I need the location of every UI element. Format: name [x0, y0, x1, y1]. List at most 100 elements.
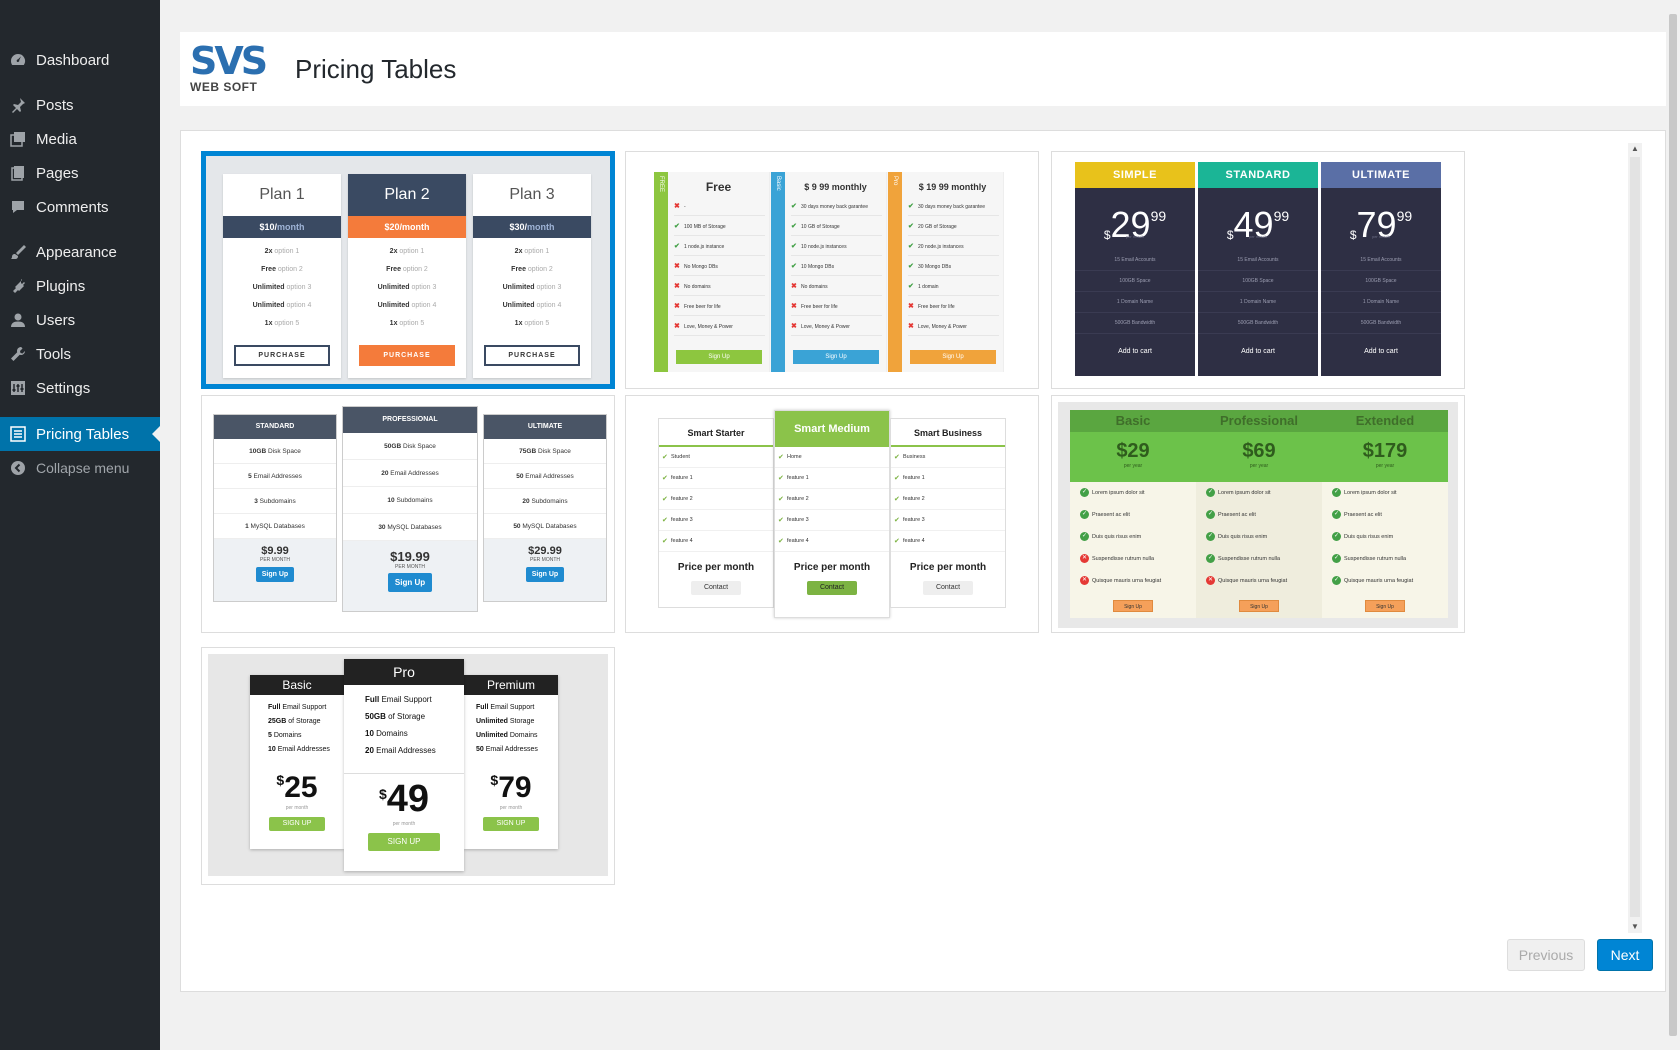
- feature-text: Email Addresses: [275, 746, 330, 753]
- feature-text: Storage: [507, 718, 535, 725]
- feature-text: of Storage: [286, 718, 321, 725]
- sidebar-item-appearance[interactable]: Appearance: [0, 235, 160, 269]
- price-cents: 99: [1396, 208, 1413, 224]
- list-icon: [8, 424, 28, 444]
- check-icon: ✔: [908, 243, 914, 250]
- feature-text: No domains: [684, 284, 711, 290]
- page-scrollbar[interactable]: [1666, 0, 1680, 1050]
- price-period: per month: [499, 805, 523, 811]
- cross-icon: ✖: [908, 323, 914, 330]
- feature-line: ✓ Lorem ipsum dolor sit: [1070, 482, 1196, 504]
- template-card-5[interactable]: Smart Starter Student feature 1 feature …: [625, 395, 1039, 633]
- feature-text: Suspendisse rutrum nulla: [1092, 556, 1155, 562]
- cross-icon: ✕: [1080, 554, 1089, 563]
- feature-text: option 1: [272, 248, 300, 255]
- template-card-4[interactable]: STANDARD 10GB Disk Space 5 Email Address…: [201, 395, 615, 633]
- sidebar-item-label: Dashboard: [36, 51, 110, 69]
- plan-price: $19.99: [390, 549, 430, 564]
- feature-bold: Full: [365, 695, 380, 704]
- check-icon: ✓: [1206, 510, 1215, 519]
- feature-text: Lorem ipsum dolor sit: [1092, 490, 1145, 496]
- feature-text: Email Support: [379, 695, 432, 704]
- plan-name: Smart Starter: [659, 419, 773, 447]
- template-card-2[interactable]: FREE Free ✖ - ✔ 100 MB of Storage ✔ 1 node.…: [625, 151, 1039, 389]
- feature-row: ✖ Love, Money & Power: [791, 318, 882, 336]
- feature-line: feature 2: [659, 489, 773, 510]
- feature-row: ✖ Love, Money & Power: [908, 318, 999, 336]
- price-label: Price per month: [793, 562, 871, 573]
- cross-icon: ✖: [674, 323, 680, 330]
- plan-strip: FREE: [654, 172, 668, 372]
- sidebar-item-dashboard[interactable]: Dashboard: [0, 43, 160, 77]
- scroll-up-arrow-icon[interactable]: ▲: [1628, 143, 1642, 155]
- check-icon: ✓: [1080, 488, 1089, 497]
- feature-text: 1 node.js instance: [684, 244, 725, 250]
- feature-line: 1 MySQL Databases: [214, 514, 336, 539]
- feature-line: feature 4: [659, 531, 773, 552]
- plan-name: Basic: [1070, 410, 1196, 432]
- sidebar-item-pages[interactable]: Pages: [0, 156, 160, 190]
- template-preview-6: Basic $29 per year ✓ Lorem ipsum dolor sit…: [1058, 402, 1458, 628]
- sidebar-item-media[interactable]: Media: [0, 122, 160, 156]
- feature-line: ✓ Duis quis risus enim: [1322, 526, 1448, 548]
- sidebar-item-users[interactable]: Users: [0, 303, 160, 337]
- check-icon: ✔: [908, 263, 914, 270]
- t7-plan-basic: Basic Full Email Support 25GB of Storage…: [250, 675, 344, 849]
- collapse-icon: [8, 458, 28, 478]
- collapse-menu-button[interactable]: Collapse menu: [0, 451, 160, 485]
- check-icon: ✔: [791, 203, 797, 210]
- check-icon: ✔: [674, 223, 680, 230]
- feature-text: -: [684, 204, 686, 210]
- plan-name: Plan 1: [259, 186, 305, 203]
- add-to-cart-button: Add to cart: [1118, 348, 1152, 355]
- sidebar-item-settings[interactable]: Settings: [0, 371, 160, 405]
- plan-footer: $9.99 PER MONTH Sign Up: [214, 539, 336, 601]
- feature-line: Unlimited Storage: [464, 715, 558, 729]
- feature-line: Free option 2: [223, 261, 341, 279]
- feature-line: feature 4: [891, 531, 1005, 552]
- price-unit: month: [277, 222, 305, 232]
- purchase-button: PURCHASE: [359, 345, 455, 366]
- feature-text: Praesent ac elit: [1092, 512, 1130, 518]
- feature-line: feature 3: [891, 510, 1005, 531]
- feature-row: ✔ 100 MB of Storage: [674, 218, 765, 236]
- feature-text: 100 MB of Storage: [684, 224, 726, 230]
- plan-name: Basic: [250, 675, 344, 695]
- cross-icon: ✖: [674, 283, 680, 290]
- sidebar-item-comments[interactable]: Comments: [0, 190, 160, 224]
- scrollbar-thumb[interactable]: [1630, 157, 1640, 917]
- sidebar-item-pricing-tables[interactable]: Pricing Tables: [0, 417, 160, 451]
- plan-price: $69 per year: [1196, 432, 1322, 482]
- feature-bold: 50GB: [365, 712, 386, 721]
- strip-label: FREE: [658, 176, 664, 193]
- template-card-6[interactable]: Basic $29 per year ✓ Lorem ipsum dolor sit…: [1051, 395, 1465, 633]
- check-icon: ✓: [1080, 532, 1089, 541]
- comment-icon: [8, 197, 28, 217]
- plan-name: Professional: [1196, 410, 1322, 432]
- feature-text: Lorem ipsum dolor sit: [1344, 490, 1397, 496]
- sidebar-item-tools[interactable]: Tools: [0, 337, 160, 371]
- sidebar-item-posts[interactable]: Posts: [0, 88, 160, 122]
- template-preview-7: Basic Full Email Support 25GB of Storage…: [208, 654, 608, 876]
- t3-plan-ultimate: ULTIMATE $7999 per month 15 Email Accoun…: [1321, 162, 1441, 376]
- feature-text: option 3: [284, 284, 312, 291]
- feature-line: ✓ Duis quis risus enim: [1070, 526, 1196, 548]
- scroll-down-arrow-icon[interactable]: ▼: [1628, 921, 1642, 933]
- previous-button[interactable]: Previous: [1507, 939, 1585, 971]
- feature-line: ✓ Duis quis risus enim: [1196, 526, 1322, 548]
- feature-text: Suspendisse rutrum nulla: [1218, 556, 1281, 562]
- feature-text: Subdomains: [257, 498, 296, 505]
- contact-button: Contact: [923, 581, 973, 595]
- feature-line: 50 Email Addresses: [484, 464, 606, 489]
- feature-row: ✔ 10 GB of Storage: [791, 218, 882, 236]
- page-scrollbar-thumb[interactable]: [1669, 14, 1677, 1036]
- signup-button: Sign Up: [910, 350, 996, 364]
- template-card-7[interactable]: Basic Full Email Support 25GB of Storage…: [201, 647, 615, 885]
- price-label: Price per month: [909, 562, 987, 573]
- feature-line: ✓ Praesent ac elit: [1322, 504, 1448, 526]
- template-card-3[interactable]: SIMPLE $2999 per month 15 Email Accounts…: [1051, 151, 1465, 389]
- next-button[interactable]: Next: [1597, 939, 1653, 971]
- template-card-1[interactable]: Plan 1 $10/month 2x option 1 Free option…: [201, 151, 615, 389]
- sidebar-item-plugins[interactable]: Plugins: [0, 269, 160, 303]
- template-grid-scrollbar[interactable]: ▲ ▼: [1628, 143, 1642, 933]
